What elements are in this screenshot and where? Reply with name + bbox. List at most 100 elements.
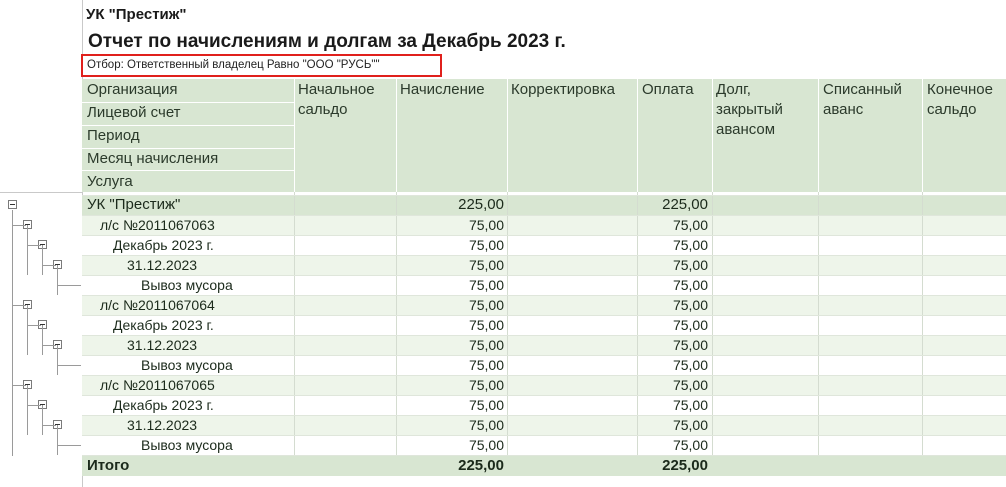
row-label: Декабрь 2023 г. <box>113 397 214 413</box>
col-written-off-advance: Списанный аванс <box>823 81 902 118</box>
month-row[interactable]: Декабрь 2023 г. 75,00 75,00 <box>82 315 1006 335</box>
grouping-month: Месяц начисления <box>87 150 219 167</box>
row-payment: 75,00 <box>672 397 708 413</box>
row-payment: 75,00 <box>672 357 708 373</box>
total-charge: 225,00 <box>458 457 504 474</box>
row-charge: 75,00 <box>468 437 504 453</box>
row-payment: 225,00 <box>662 196 708 213</box>
row-label: Вывоз мусора <box>141 277 233 293</box>
row-label: л/с №2011067063 <box>100 217 215 233</box>
date-row[interactable]: 31.12.2023 75,00 75,00 <box>82 415 1006 435</box>
row-payment: 75,00 <box>672 337 708 353</box>
grid-line <box>82 415 1006 416</box>
tree-connector <box>27 245 41 246</box>
row-label: УК "Престиж" <box>87 196 181 213</box>
account-row[interactable]: л/с №2011067065 75,00 75,00 <box>82 375 1006 395</box>
row-label: Декабрь 2023 г. <box>113 317 214 333</box>
row-label: Вывоз мусора <box>141 357 233 373</box>
grid-line <box>82 195 1006 196</box>
report-title: Отчет по начислениям и долгам за Декабрь… <box>88 31 566 52</box>
grid-line <box>82 375 1006 376</box>
row-payment: 75,00 <box>672 237 708 253</box>
grid-line <box>82 275 1006 276</box>
row-label: л/с №2011067065 <box>100 377 215 393</box>
tree-connector <box>27 225 28 275</box>
row-payment: 75,00 <box>672 317 708 333</box>
date-row[interactable]: 31.12.2023 75,00 75,00 <box>82 335 1006 355</box>
row-charge: 75,00 <box>468 397 504 413</box>
grid-line <box>82 255 1006 256</box>
row-label: Вывоз мусора <box>141 437 233 453</box>
grouping-period: Период <box>87 127 140 144</box>
row-charge: 75,00 <box>468 257 504 273</box>
org-row[interactable]: УК "Престиж" 225,00 225,00 <box>82 195 1006 215</box>
date-row[interactable]: 31.12.2023 75,00 75,00 <box>82 255 1006 275</box>
account-row[interactable]: л/с №2011067063 75,00 75,00 <box>82 215 1006 235</box>
row-charge: 75,00 <box>468 337 504 353</box>
month-row[interactable]: Декабрь 2023 г. 75,00 75,00 <box>82 395 1006 415</box>
row-charge: 75,00 <box>468 217 504 233</box>
col-payment: Оплата <box>642 81 694 98</box>
tree-connector <box>12 225 26 226</box>
tree-connector <box>57 265 58 295</box>
grouping-org: Организация <box>87 81 178 98</box>
tree-connector <box>42 265 56 266</box>
tree-connector <box>12 210 13 456</box>
collapse-toggle-icon[interactable] <box>8 200 17 209</box>
total-label: Итого <box>87 457 130 474</box>
col-correction: Корректировка <box>511 81 615 98</box>
grid-line <box>82 395 1006 396</box>
service-row[interactable]: Вывоз мусора 75,00 75,00 <box>82 435 1006 455</box>
tree-connector <box>42 245 43 275</box>
row-label: Декабрь 2023 г. <box>113 237 214 253</box>
grid-line <box>82 355 1006 356</box>
tree-connector <box>12 305 26 306</box>
row-label: 31.12.2023 <box>127 337 198 353</box>
row-charge: 75,00 <box>468 317 504 333</box>
col-closing-balance: Конечное сальдо <box>927 81 993 118</box>
row-label: 31.12.2023 <box>127 417 198 433</box>
row-charge: 225,00 <box>458 196 504 213</box>
service-row[interactable]: Вывоз мусора 75,00 75,00 <box>82 355 1006 375</box>
row-charge: 75,00 <box>468 277 504 293</box>
report-filter: Отбор: Ответственный владелец Равно "ООО… <box>81 54 442 77</box>
tree-connector <box>27 325 41 326</box>
service-row[interactable]: Вывоз мусора 75,00 75,00 <box>82 275 1006 295</box>
tree-connector <box>42 325 43 355</box>
row-charge: 75,00 <box>468 237 504 253</box>
tree-connector <box>27 405 41 406</box>
tree-connector <box>12 385 26 386</box>
report-org-heading: УК "Престиж" <box>86 6 187 23</box>
grouping-account: Лицевой счет <box>87 104 181 121</box>
tree-connector <box>27 385 28 435</box>
row-payment: 75,00 <box>672 417 708 433</box>
row-label: л/с №2011067064 <box>100 297 215 313</box>
grid-line <box>82 315 1006 316</box>
row-payment: 75,00 <box>672 437 708 453</box>
tree-connector <box>42 405 43 435</box>
tree-connector <box>42 345 56 346</box>
tree-connector <box>57 345 58 375</box>
grid-line <box>82 435 1006 436</box>
row-payment: 75,00 <box>672 277 708 293</box>
tree-connector <box>57 285 81 286</box>
grid-line <box>82 235 1006 236</box>
tree-connector <box>27 305 28 355</box>
col-charge: Начисление <box>400 81 485 98</box>
tree-connector <box>57 445 81 446</box>
col-opening-balance: Начальное сальдо <box>298 81 375 118</box>
row-payment: 75,00 <box>672 297 708 313</box>
month-row[interactable]: Декабрь 2023 г. 75,00 75,00 <box>82 235 1006 255</box>
grouping-service: Услуга <box>87 173 133 190</box>
row-payment: 75,00 <box>672 257 708 273</box>
grid-line <box>82 335 1006 336</box>
row-payment: 75,00 <box>672 377 708 393</box>
account-row[interactable]: л/с №2011067064 75,00 75,00 <box>82 295 1006 315</box>
row-label: 31.12.2023 <box>127 257 198 273</box>
grid-line <box>82 215 1006 216</box>
row-charge: 75,00 <box>468 377 504 393</box>
row-charge: 75,00 <box>468 417 504 433</box>
tree-connector <box>42 425 56 426</box>
tree-connector <box>57 365 81 366</box>
row-payment: 75,00 <box>672 217 708 233</box>
